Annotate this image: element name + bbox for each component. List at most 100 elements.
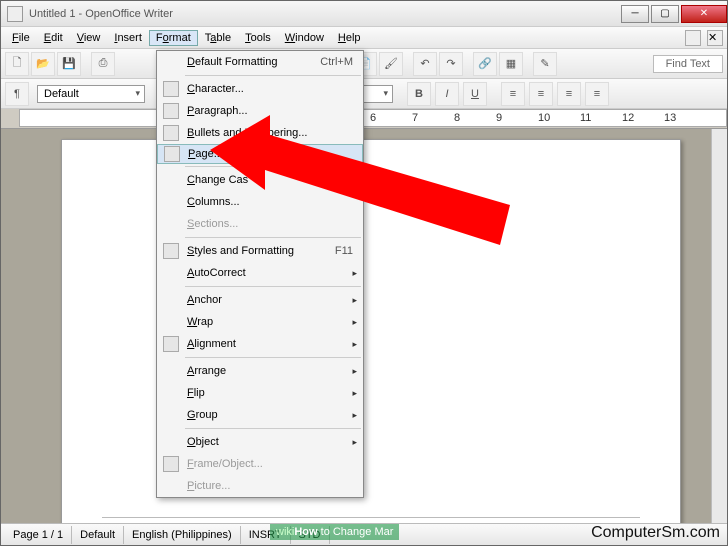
app-window: Untitled 1 - OpenOffice Writer ─ ▢ ✕ Fil… — [0, 0, 728, 546]
bold-button[interactable]: B — [407, 82, 431, 106]
menu-item-character[interactable]: Character... — [157, 78, 363, 100]
menu-default-formatting[interactable]: Default Formatting Ctrl+M — [157, 51, 363, 73]
vertical-scrollbar[interactable] — [711, 129, 727, 523]
menu-item-autocorrect[interactable]: AutoCorrect▸ — [157, 262, 363, 284]
menu-item-columns[interactable]: Columns... — [157, 191, 363, 213]
submenu-arrow-icon: ▸ — [352, 437, 357, 448]
menu-item-styles-and-formatting[interactable]: Styles and FormattingF11 — [157, 240, 363, 262]
menu-tools[interactable]: Tools — [238, 30, 278, 46]
wikihow-watermark: wikiHow to Change Mar — [270, 524, 399, 540]
menu-item-label: Anchor — [183, 294, 352, 306]
formatting-toolbar: ¶ Default 12 B I U ≡ ≡ ≡ ≡ — [1, 79, 727, 109]
menu-item-label: Arrange — [183, 365, 352, 377]
ruler-tick: 12 — [622, 112, 634, 124]
menu-insert[interactable]: Insert — [107, 30, 149, 46]
menu-table[interactable]: Table — [198, 30, 238, 46]
menu-view[interactable]: View — [70, 30, 108, 46]
menu-edit[interactable]: Edit — [37, 30, 70, 46]
menubar: File Edit View Insert Format Table Tools… — [1, 27, 727, 49]
titlebar: Untitled 1 - OpenOffice Writer ─ ▢ ✕ — [1, 1, 727, 27]
submenu-arrow-icon: ▸ — [352, 295, 357, 306]
align-right-button[interactable]: ≡ — [557, 82, 581, 106]
menu-item-page[interactable]: Page... — [157, 144, 363, 164]
watermark: wikiHow to Change Mar ComputerSm.com — [0, 518, 728, 546]
table-button[interactable]: ▦ — [499, 52, 523, 76]
format-menu-dropdown: Default Formatting Ctrl+M Character... Pa… — [156, 50, 364, 498]
undo-button[interactable]: ↶ — [413, 52, 437, 76]
standard-toolbar: 🗋 📂 💾 ⎙ 📋 📄 🖌 ↶ ↷ 🔗 ▦ ✎ Find Text — [1, 49, 727, 79]
menu-item-label: Styles and Formatting — [183, 245, 335, 257]
menu-item-label: Flip — [183, 387, 352, 399]
menu-item-label: Group — [183, 409, 352, 421]
format-paint-button[interactable]: 🖌 — [379, 52, 403, 76]
menu-item-icon — [163, 125, 179, 141]
menu-item-label: Change Cas — [183, 174, 352, 186]
menu-format[interactable]: Format — [149, 30, 198, 46]
menu-item-icon — [163, 81, 179, 97]
submenu-arrow-icon: ▸ — [352, 388, 357, 399]
menu-file[interactable]: File — [5, 30, 37, 46]
menu-help[interactable]: Help — [331, 30, 368, 46]
submenu-arrow-icon: ▸ — [352, 410, 357, 421]
update-icon[interactable] — [685, 30, 701, 46]
window-title: Untitled 1 - OpenOffice Writer — [29, 8, 619, 20]
menu-item-label: Wrap — [183, 316, 352, 328]
save-button[interactable]: 💾 — [57, 52, 81, 76]
menu-item-label: Bullets and Numbering... — [183, 127, 357, 139]
menu-item-icon — [163, 103, 179, 119]
menu-window[interactable]: Window — [278, 30, 331, 46]
menu-item-label: Object — [183, 436, 352, 448]
menu-item-arrange[interactable]: Arrange▸ — [157, 360, 363, 382]
new-doc-button[interactable]: 🗋 — [5, 52, 29, 76]
styles-button[interactable]: ¶ — [5, 82, 29, 106]
close-button[interactable]: ✕ — [681, 5, 727, 23]
submenu-arrow-icon: ▸ — [352, 175, 357, 186]
menu-item-flip[interactable]: Flip▸ — [157, 382, 363, 404]
italic-button[interactable]: I — [435, 82, 459, 106]
close-doc-icon[interactable]: ✕ — [707, 30, 723, 46]
menu-item-picture: Picture... — [157, 475, 363, 497]
submenu-arrow-icon: ▸ — [352, 366, 357, 377]
menu-item-icon — [164, 146, 180, 162]
page-canvas[interactable] — [61, 139, 681, 523]
menu-item-group[interactable]: Group▸ — [157, 404, 363, 426]
ruler-tick: 11 — [580, 112, 591, 124]
menu-item-object[interactable]: Object▸ — [157, 431, 363, 453]
menu-item-paragraph[interactable]: Paragraph... — [157, 100, 363, 122]
menu-item-label: AutoCorrect — [183, 267, 352, 279]
menu-item-label: Frame/Object... — [183, 458, 357, 470]
ruler-tick: 6 — [370, 112, 376, 124]
ruler-tick: 10 — [538, 112, 550, 124]
menu-item-frame-object: Frame/Object... — [157, 453, 363, 475]
redo-button[interactable]: ↷ — [439, 52, 463, 76]
menu-item-wrap[interactable]: Wrap▸ — [157, 311, 363, 333]
show-draw-button[interactable]: ✎ — [533, 52, 557, 76]
maximize-button[interactable]: ▢ — [651, 5, 679, 23]
open-button[interactable]: 📂 — [31, 52, 55, 76]
menu-item-anchor[interactable]: Anchor▸ — [157, 289, 363, 311]
minimize-button[interactable]: ─ — [621, 5, 649, 23]
align-center-button[interactable]: ≡ — [529, 82, 553, 106]
ruler-tick: 13 — [664, 112, 676, 124]
hyperlink-button[interactable]: 🔗 — [473, 52, 497, 76]
menu-item-bullets-and-numbering[interactable]: Bullets and Numbering... — [157, 122, 363, 144]
ruler-tick: 7 — [412, 112, 418, 124]
window-controls: ─ ▢ ✕ — [619, 5, 727, 23]
paragraph-style-combo[interactable]: Default — [37, 85, 145, 103]
horizontal-ruler[interactable]: 6 7 8 9 10 11 12 13 — [1, 109, 727, 129]
menu-item-icon — [163, 456, 179, 472]
align-justify-button[interactable]: ≡ — [585, 82, 609, 106]
export-pdf-button[interactable]: ⎙ — [91, 52, 115, 76]
ruler-tick: 9 — [496, 112, 502, 124]
menu-item-change-cas[interactable]: Change Cas▸ — [157, 169, 363, 191]
ruler-tick: 8 — [454, 112, 460, 124]
menu-item-label: Paragraph... — [183, 105, 357, 117]
menu-item-label: Sections... — [183, 218, 357, 230]
align-left-button[interactable]: ≡ — [501, 82, 525, 106]
underline-button[interactable]: U — [463, 82, 487, 106]
menu-item-alignment[interactable]: Alignment▸ — [157, 333, 363, 355]
submenu-arrow-icon: ▸ — [352, 268, 357, 279]
site-watermark: ComputerSm.com — [591, 524, 720, 542]
find-text-box[interactable]: Find Text — [653, 55, 723, 73]
menu-item-icon — [163, 336, 179, 352]
